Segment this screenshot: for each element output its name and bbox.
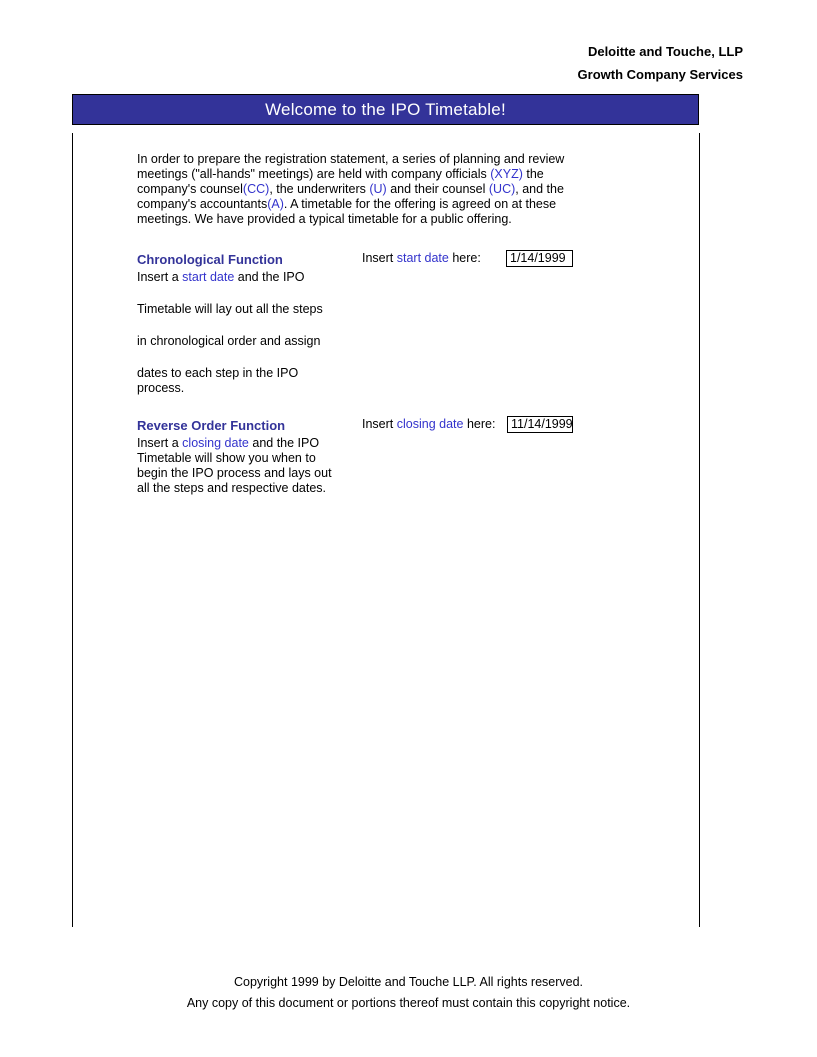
start-date-label-row: Insert start date here: [362, 251, 481, 265]
intro-text-4: and their counsel [386, 181, 489, 196]
reverse-line-4: all the steps and respective dates. [137, 481, 327, 495]
closing-date-input[interactable]: 11/14/1999 [507, 416, 573, 433]
reverse-line1-post: and the IPO [248, 436, 320, 450]
closing-date-label-post: here: [463, 417, 496, 431]
reverse-line1-pre: Insert a [137, 436, 183, 450]
chronological-description-line-2: Timetable will lay out all the steps [137, 302, 323, 316]
header-practice-name: Growth Company Services [577, 67, 743, 82]
intro-paragraph: In order to prepare the registration sta… [137, 152, 567, 227]
abbr-xyz: (XYZ) [490, 166, 523, 181]
copyright-notice-line: Any copy of this document or portions th… [186, 996, 631, 1010]
closing-date-label-pre: Insert [362, 417, 397, 431]
start-date-label-pre: Insert [362, 251, 397, 265]
reverse-line-2: Timetable will show you when to [137, 451, 316, 465]
reverse-order-function-heading: Reverse Order Function [137, 418, 286, 433]
chronological-description-line-1: Insert a start date and the IPO [137, 270, 304, 285]
closing-date-label: Insert closing date here: [362, 417, 495, 431]
chronological-function-heading: Chronological Function [137, 252, 283, 267]
closing-date-link-inline: closing date [182, 436, 249, 450]
reverse-line-1: Insert a closing date and the IPO [137, 436, 367, 451]
start-date-label-link: start date [396, 251, 449, 265]
document-footer: Copyright 1999 by Deloitte and Touche LL… [0, 972, 817, 1014]
start-date-label-post: here: [448, 251, 481, 265]
right-border-rule [699, 133, 700, 927]
start-date-input[interactable]: 1/14/1999 [506, 250, 573, 267]
chrono-line1-pre: Insert a [137, 270, 183, 284]
document-header: Deloitte and Touche, LLP Growth Company … [0, 40, 743, 86]
abbr-cc: (CC) [242, 181, 270, 196]
chrono-line1-post: and the IPO [234, 270, 305, 284]
chronological-description-line-4: dates to each step in the IPO process. [137, 366, 357, 396]
document-page: Deloitte and Touche, LLP Growth Company … [0, 0, 817, 1057]
left-border-rule [72, 133, 73, 927]
chrono-line4a: dates to each step in the IPO [137, 366, 299, 380]
closing-date-label-link: closing date [396, 417, 464, 431]
abbr-a: (A) [267, 196, 284, 211]
copyright-line: Copyright 1999 by Deloitte and Touche LL… [233, 975, 584, 989]
header-firm-name: Deloitte and Touche, LLP [587, 44, 743, 59]
reverse-line-3: begin the IPO process and lays out [137, 466, 332, 480]
closing-date-label-row: Insert closing date here: [362, 417, 495, 431]
chrono-line4b: process. [137, 381, 185, 395]
title-banner: Welcome to the IPO Timetable! [72, 94, 699, 125]
start-date-label: Insert start date here: [362, 251, 481, 265]
intro-text-3: , the underwriters [269, 181, 370, 196]
abbr-uc: (UC) [488, 181, 516, 196]
start-date-link-inline: start date [182, 270, 235, 284]
abbr-u: (U) [369, 181, 387, 196]
reverse-order-description: Insert a closing date and the IPO Timeta… [137, 436, 367, 496]
page-title: Welcome to the IPO Timetable! [265, 99, 506, 119]
chronological-description-line-3: in chronological order and assign [137, 334, 321, 348]
